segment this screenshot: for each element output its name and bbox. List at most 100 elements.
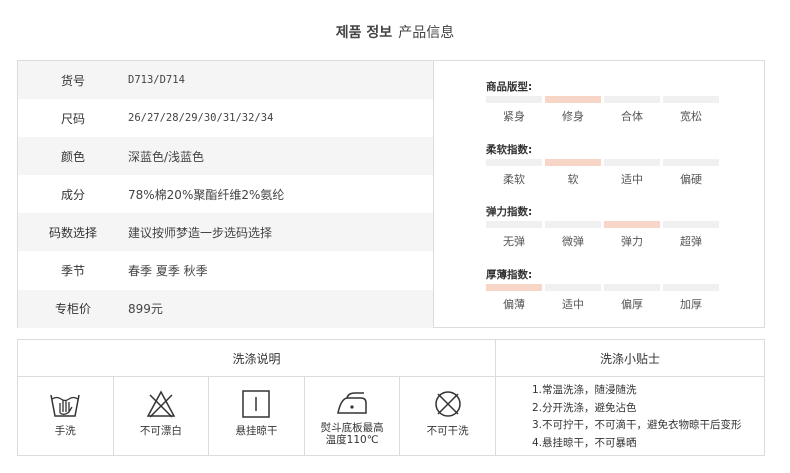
info-value: 78%棉20%聚酯纤维2%氨纶 <box>128 187 285 202</box>
hand-wash-icon <box>50 394 81 417</box>
info-row-color: 颜色 深蓝色/浅蓝色 <box>18 137 433 176</box>
attr-bar-row <box>486 283 764 291</box>
attr-option: 适中 <box>562 297 584 311</box>
attr-label-row: 柔软 软 适中 偏硬 <box>486 171 764 187</box>
tips-heading: 洗涤小贴士 <box>496 340 764 377</box>
info-value: 春季 夏季 秋季 <box>128 264 208 279</box>
tip-line: 3.不可拧干，不可滴干，避免衣物晾干后变形 <box>532 419 742 431</box>
attr-option: 偏硬 <box>680 172 702 186</box>
attr-option: 无弹 <box>503 235 525 248</box>
washing-heading: 洗涤说明 <box>18 340 495 377</box>
attr-option: 弹力 <box>621 235 643 248</box>
wash-caption: 悬挂晾干 <box>235 425 278 437</box>
info-row-price: 专柜价 899元 <box>18 289 433 328</box>
wash-item-no-bleach: 不可漂白 <box>114 377 210 456</box>
attr-bar <box>545 96 601 103</box>
attr-bar <box>604 158 660 166</box>
info-row-size: 尺码 26/27/28/29/30/31/32/34 <box>18 99 433 137</box>
wash-item-hang-dry: 悬挂晾干 <box>209 377 305 456</box>
info-value: 深蓝色/浅蓝色 <box>128 149 205 164</box>
attr-title: 厚薄指数: <box>486 268 533 281</box>
attr-label-row: 无弹 微弹 弹力 超弹 <box>486 233 764 249</box>
attr-title: 商品版型: <box>486 81 533 93</box>
attr-title: 弹力指数: <box>486 206 533 218</box>
attr-option: 紧身 <box>503 110 525 123</box>
info-row-composition: 成分 78%棉20%聚酯纤维2%氨纶 <box>18 175 433 213</box>
info-value: 899元 <box>128 302 163 317</box>
attr-option: 宽松 <box>680 110 702 123</box>
attr-bar <box>545 158 601 166</box>
wash-caption-line: 温度110℃ <box>325 434 379 446</box>
attr-bar <box>663 283 719 291</box>
wash-caption: 不可干洗 <box>426 425 469 437</box>
info-label: 成分 <box>60 187 85 202</box>
attr-bar <box>486 221 542 228</box>
info-label: 季节 <box>60 264 85 279</box>
attribute-indicators: 商品版型: 紧身 修身 合体 宽松 柔软指数: 柔软软适中 偏硬 弹力指数: 无弹 微弹弹 <box>434 61 764 327</box>
wash-caption: 手洗 <box>54 425 76 437</box>
washing-tips: 洗涤小贴士 1.常温洗涤，随浸随洗 2.分开洗涤，避免沾色 3.不可拧干，不可滴… <box>496 340 764 455</box>
info-label: 专柜价 <box>54 302 91 317</box>
attr-bar <box>545 283 601 291</box>
attr-bar <box>486 158 542 166</box>
attr-title: 柔软指数: <box>486 143 533 156</box>
wash-item-hand-wash: 手洗 <box>18 377 114 456</box>
washing-instructions: 洗涤说明 手洗 不可漂白 悬挂晾干 熨斗底板最高 温度110℃ 不可干洗 <box>18 340 496 456</box>
info-row-size-advice: 码数选择 建议按师梦造一步选码选择 <box>18 213 433 252</box>
attr-softness: 柔软指数: 柔软 软 适中 偏硬 <box>486 142 764 205</box>
wash-item-iron: 熨斗底板最高 温度110℃ <box>305 377 401 456</box>
wash-caption-line: 熨斗底板最高 <box>320 422 384 434</box>
no-dry-clean-icon <box>434 391 461 417</box>
info-label: 货号 <box>60 73 85 88</box>
attr-bar <box>486 96 542 103</box>
info-label: 颜色 <box>60 149 85 164</box>
tip-line: 1.常温洗涤，随浸随洗 <box>532 384 637 396</box>
attr-option: 修身 <box>562 110 584 123</box>
attr-option: 超弹 <box>680 235 702 248</box>
page-title: 제품 정보 产品信息 <box>0 22 790 42</box>
title-korean: 제품 정보 <box>335 25 393 41</box>
attr-bar <box>545 221 601 228</box>
info-label: 码数选择 <box>48 225 97 240</box>
iron-icon <box>337 392 367 414</box>
washing-icon-row: 手洗 不可漂白 悬挂晾干 熨斗底板最高 温度110℃ 不可干洗 <box>18 377 495 456</box>
attr-option: 微弹 <box>562 235 584 248</box>
product-info-panel: 货号 D713/D714 尺码 26/27/28/29/30/31/32/34 … <box>17 60 765 328</box>
washing-panel: 洗涤说明 手洗 不可漂白 悬挂晾干 熨斗底板最高 温度110℃ 不可干洗 洗涤小… <box>17 339 765 456</box>
attr-bar <box>604 96 660 103</box>
attr-option: 合体 <box>621 110 643 123</box>
attr-option: 柔软 <box>503 172 525 186</box>
hang-dry-icon <box>242 390 271 418</box>
attr-bar <box>604 283 660 291</box>
attr-thickness: 厚薄指数: 偏薄 适中 偏厚 加厚 <box>486 267 764 330</box>
attr-option: 偏薄 <box>503 297 525 311</box>
info-row-item-no: 货号 D713/D714 <box>18 61 433 100</box>
attr-bar-row <box>486 158 764 166</box>
no-bleach-icon <box>146 390 176 418</box>
wash-caption: 不可漂白 <box>139 425 182 437</box>
attr-bar <box>663 221 719 228</box>
attr-bar <box>604 221 660 228</box>
attr-fit: 商品版型: 紧身 修身 合体 宽松 <box>486 79 764 142</box>
attr-bar <box>486 283 542 291</box>
attr-bar-row <box>486 221 764 228</box>
attr-option: 加厚 <box>680 297 702 311</box>
attr-option: 适中 <box>621 172 643 186</box>
attr-bar-row <box>486 96 764 103</box>
attr-option: 软 <box>567 172 579 186</box>
attr-bar <box>663 96 719 103</box>
tip-line: 4.悬挂晾干，不可暴晒 <box>532 436 637 449</box>
attr-option: 偏厚 <box>621 297 643 311</box>
title-chinese: 产品信息 <box>398 25 455 41</box>
tip-line: 2.分开洗涤，避免沾色 <box>532 401 637 414</box>
product-info-table: 货号 D713/D714 尺码 26/27/28/29/30/31/32/34 … <box>18 61 434 328</box>
info-value: D713/D714 <box>128 74 185 87</box>
info-row-season: 季节 春季 夏季 秋季 <box>18 251 433 289</box>
wash-caption: 熨斗底板最高 温度110℃ <box>321 422 384 446</box>
attr-label-row: 紧身 修身 合体 宽松 <box>486 108 764 124</box>
attr-label-row: 偏薄 适中 偏厚 加厚 <box>486 296 764 312</box>
tips-list: 1.常温洗涤，随浸随洗 2.分开洗涤，避免沾色 3.不可拧干，不可滴干，避免衣物… <box>496 377 764 452</box>
info-value: 26/27/28/29/30/31/32/34 <box>128 112 274 125</box>
attr-elasticity: 弹力指数: 无弹 微弹 弹力 超弹 <box>486 204 764 267</box>
info-label: 尺码 <box>60 111 85 126</box>
